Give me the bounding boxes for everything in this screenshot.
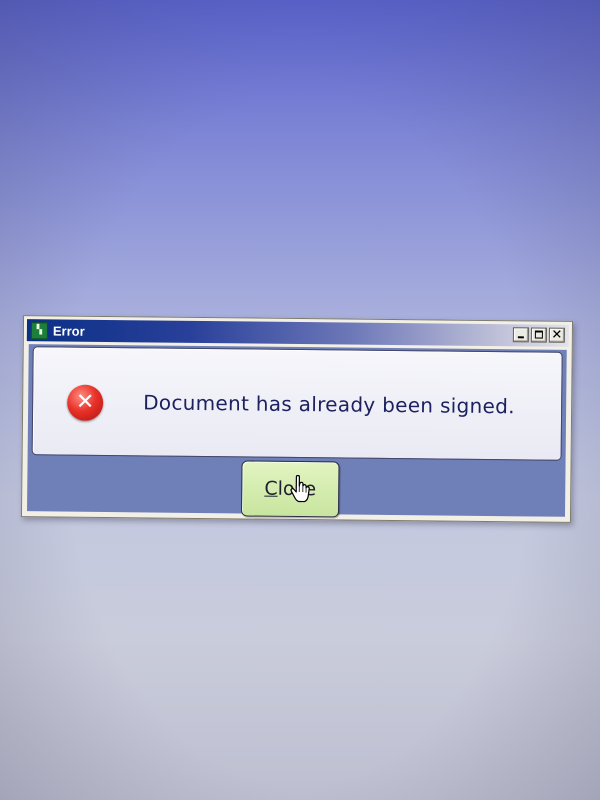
close-button-accelerator: C (264, 477, 278, 500)
error-dialog: ▚ Error ✕ ✕ Document has already been si… (20, 315, 574, 523)
hand-cursor-icon (290, 474, 310, 503)
maximize-icon (534, 330, 543, 339)
minimize-button[interactable] (512, 327, 529, 343)
error-icon: ✕ (66, 384, 104, 421)
maximize-button[interactable] (530, 327, 547, 343)
window-title: Error (52, 322, 85, 339)
minimize-icon (517, 336, 524, 339)
error-message: Document has already been signed. (143, 390, 515, 419)
close-icon: ✕ (551, 327, 563, 343)
window-close-button[interactable]: ✕ (548, 327, 565, 343)
message-panel: ✕ Document has already been signed. (31, 346, 563, 461)
dialog-body: ✕ Document has already been signed. Clos… (27, 344, 567, 518)
title-bar[interactable]: ▚ Error ✕ (26, 319, 570, 347)
window-controls: ✕ (511, 327, 565, 343)
app-icon: ▚ (30, 321, 49, 339)
